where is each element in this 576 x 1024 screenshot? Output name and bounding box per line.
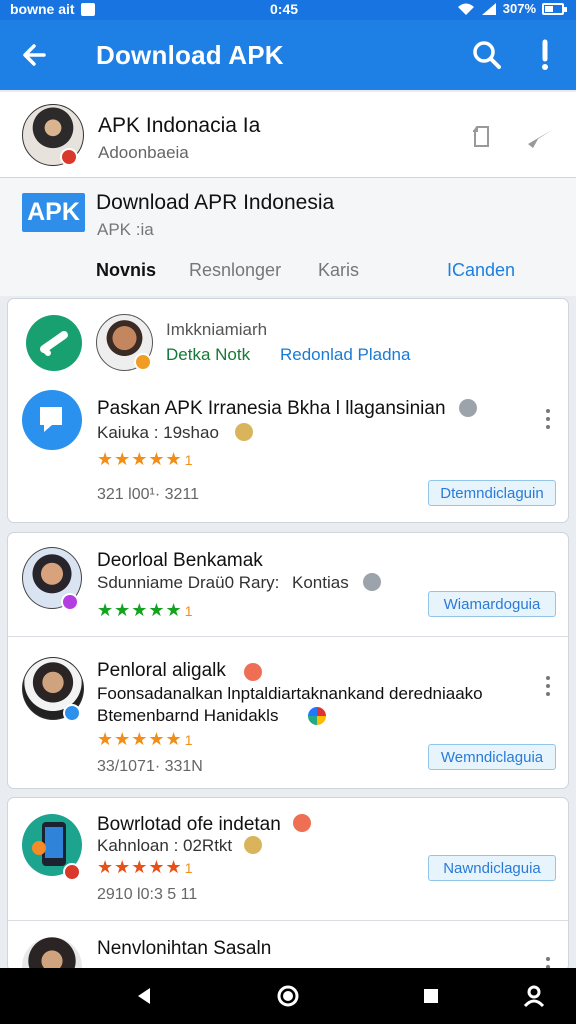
app-subtitle: APK :ia: [97, 220, 154, 239]
profile-icon[interactable]: [522, 984, 546, 1008]
app-item-title[interactable]: Paskan APK Irranesia Bkha l llagansinian: [97, 398, 446, 420]
blue-badge-icon: [63, 704, 81, 722]
send-icon[interactable]: [525, 123, 555, 151]
face-emoji-icon: [235, 423, 253, 441]
signal-icon: [481, 2, 496, 15]
verified-badge-icon: [60, 148, 78, 166]
developer-tag[interactable]: Detka Notk: [166, 345, 250, 365]
red-badge-icon: [63, 863, 81, 881]
more-options-icon[interactable]: [543, 408, 553, 432]
app-item-description-2: Btemenbarnd Hanidakls: [97, 706, 279, 725]
chat-bubble-icon: [40, 407, 62, 432]
face-emoji-icon-red: [244, 663, 262, 681]
search-icon[interactable]: [470, 38, 504, 72]
home-circle-icon[interactable]: [276, 984, 300, 1008]
developer-link[interactable]: Redonlad Pladna: [280, 345, 410, 365]
rating-stars-4: ★★★★★ 1: [97, 857, 193, 877]
install-button-2[interactable]: Wiamardoguia: [428, 591, 556, 617]
color-emoji-icon: [308, 707, 326, 725]
arrow-back-icon[interactable]: [18, 38, 52, 72]
app-bar: Download APK: [0, 20, 576, 90]
app-item-extra-2: Kontias: [292, 573, 349, 592]
app-meta-3: 33/1071· 331N: [97, 758, 203, 775]
status-left: bowne ait: [10, 1, 95, 17]
app-meta: 321 l00¹· 3211: [97, 486, 199, 503]
battery-icon: [542, 2, 567, 15]
tab-bar: Novnis Resnlonger Karis ICanden: [0, 256, 576, 296]
battery-text: 307%: [502, 1, 536, 16]
link-icon: [40, 331, 68, 356]
app-item-description: Foonsadanalkan lnptaldiartaknankand dere…: [97, 684, 483, 703]
app-card-second: Deorloal Benkamak Sdunniame Draü0 Rary: …: [7, 532, 569, 789]
link-avatar: [26, 315, 82, 371]
purple-badge-icon: [61, 593, 79, 611]
tab-novnis[interactable]: Novnis: [96, 260, 156, 281]
status-bar: bowne ait 0:45 307%: [0, 0, 576, 20]
page-title: Download APK: [96, 40, 284, 70]
rating-stars-3: ★★★★★ 1: [97, 729, 193, 749]
rating-stars: ★★★★★ 1: [97, 449, 193, 469]
card-divider: [8, 636, 568, 637]
next-avatar: [22, 937, 82, 971]
tab-icanden[interactable]: ICanden: [447, 260, 515, 281]
rating-stars-green: ★★★★★ 1: [97, 600, 193, 620]
app-item-subtitle: Kaiuka : 19shao: [97, 423, 219, 442]
face-emoji-icon-4: [293, 814, 311, 832]
developer-name: Imkkniamiarh: [166, 320, 268, 339]
status-carrier: bowne ait: [10, 1, 75, 17]
app-card-third: Bowrlotad ofe indetan Kahnloan : 02Rtkt …: [7, 797, 569, 972]
app-item-subtitle-4: Kahnloan : 02Rtkt: [97, 836, 233, 855]
apk-logo: APK: [22, 193, 85, 232]
tab-karis[interactable]: Karis: [318, 260, 359, 281]
face-emoji-icon-5: [244, 836, 262, 854]
app-item-title-4[interactable]: Bowrlotad ofe indetan: [97, 814, 281, 836]
app-meta-4: 2910 l0:3 5 11: [97, 886, 198, 903]
notification-icon: [80, 2, 95, 16]
publisher-name: APK Indonacia Ia: [98, 114, 261, 137]
chat-app-icon: [22, 390, 82, 450]
app-item-title-3[interactable]: Penloral aligalk: [97, 660, 226, 682]
app-header: APK Download APR Indonesia APK :ia Novni…: [0, 178, 576, 296]
publisher-subtitle: Adoonbaeia: [98, 143, 189, 162]
wifi-icon: [457, 3, 474, 15]
globe-emoji-icon: [459, 399, 477, 417]
install-button[interactable]: Dtemndiclaguin: [428, 480, 556, 506]
exclamation-icon[interactable]: [530, 38, 560, 72]
install-button-4[interactable]: Nawndiclaguia: [428, 855, 556, 881]
more-options-icon-2[interactable]: [543, 675, 553, 699]
recents-square-icon[interactable]: [419, 984, 443, 1008]
app-item-title-2[interactable]: Deorloal Benkamak: [97, 550, 263, 572]
status-time: 0:45: [270, 1, 299, 17]
orange-badge-icon: [134, 353, 152, 371]
globe-emoji-icon: [363, 573, 381, 591]
copy-icon[interactable]: [470, 124, 494, 152]
android-navigation-bar: [0, 968, 576, 1024]
tab-resnlonger[interactable]: Resnlonger: [189, 260, 281, 281]
app-item-subtitle-2: Sdunniame Draü0 Rary:: [97, 573, 280, 592]
app-card-first: Imkkniamiarh Detka Notk Redonlad Pladna …: [7, 298, 569, 523]
app-title: Download APR Indonesia: [96, 191, 335, 214]
card-divider-2: [8, 920, 568, 921]
next-item-title[interactable]: Nenvlonihtan Sasaln: [97, 938, 271, 960]
status-right: 307%: [457, 1, 567, 16]
install-button-3[interactable]: Wemndiclaguia: [428, 744, 556, 770]
back-triangle-icon[interactable]: [132, 984, 156, 1008]
